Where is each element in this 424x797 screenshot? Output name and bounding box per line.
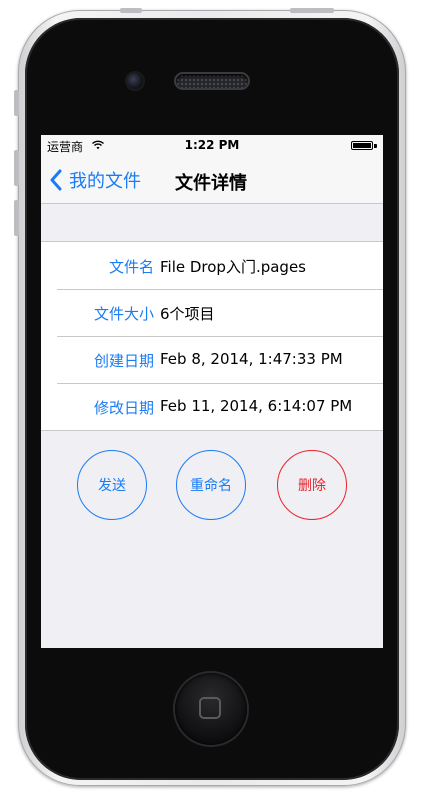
send-button[interactable]: 发送 — [77, 450, 147, 520]
rename-button[interactable]: 重命名 — [176, 450, 246, 520]
back-button-label: 我的文件 — [69, 171, 141, 192]
screen: 运营商 1:22 PM 我的文件 文件详情 文件名 File Drop入门.pa… — [41, 135, 383, 648]
detail-value: 6个项目 — [160, 305, 215, 323]
battery-tip — [374, 144, 377, 148]
front-camera — [127, 73, 143, 89]
volume-up-button — [14, 150, 19, 186]
detail-label: 文件大小 — [93, 305, 154, 323]
back-chevron-icon — [50, 169, 62, 191]
detail-value: Feb 11, 2014, 6:14:07 PM — [160, 397, 353, 415]
battery-icon — [351, 141, 373, 150]
detail-row-file-size: 文件大小 6个项目 — [41, 289, 383, 336]
detail-label: 修改日期 — [93, 399, 154, 417]
detail-row-modified-date: 修改日期 Feb 11, 2014, 6:14:07 PM — [41, 383, 383, 430]
detail-value: File Drop入门.pages — [160, 258, 307, 276]
detail-row-created-date: 创建日期 Feb 8, 2014, 1:47:33 PM — [41, 336, 383, 383]
earpiece-speaker — [176, 74, 248, 88]
detail-label: 创建日期 — [93, 352, 154, 370]
home-button-icon — [199, 697, 221, 719]
volume-down-button — [14, 200, 19, 236]
detail-value: Feb 8, 2014, 1:47:33 PM — [160, 350, 343, 368]
sleep-button — [120, 8, 142, 13]
status-bar: 运营商 1:22 PM — [41, 135, 383, 155]
navigation-bar: 我的文件 文件详情 — [41, 155, 383, 204]
details-table: 文件名 File Drop入门.pages 文件大小 6个项目 创建日期 Feb… — [41, 241, 383, 431]
delete-button[interactable]: 删除 — [277, 450, 347, 520]
power-button — [290, 8, 334, 13]
home-button[interactable] — [175, 673, 247, 745]
status-time: 1:22 PM — [184, 138, 240, 152]
back-button[interactable]: 我的文件 — [49, 168, 141, 192]
detail-label: 文件名 — [108, 258, 154, 276]
detail-row-file-name: 文件名 File Drop入门.pages — [41, 242, 383, 289]
page-title: 文件详情 — [175, 173, 247, 194]
mute-switch — [14, 90, 19, 116]
